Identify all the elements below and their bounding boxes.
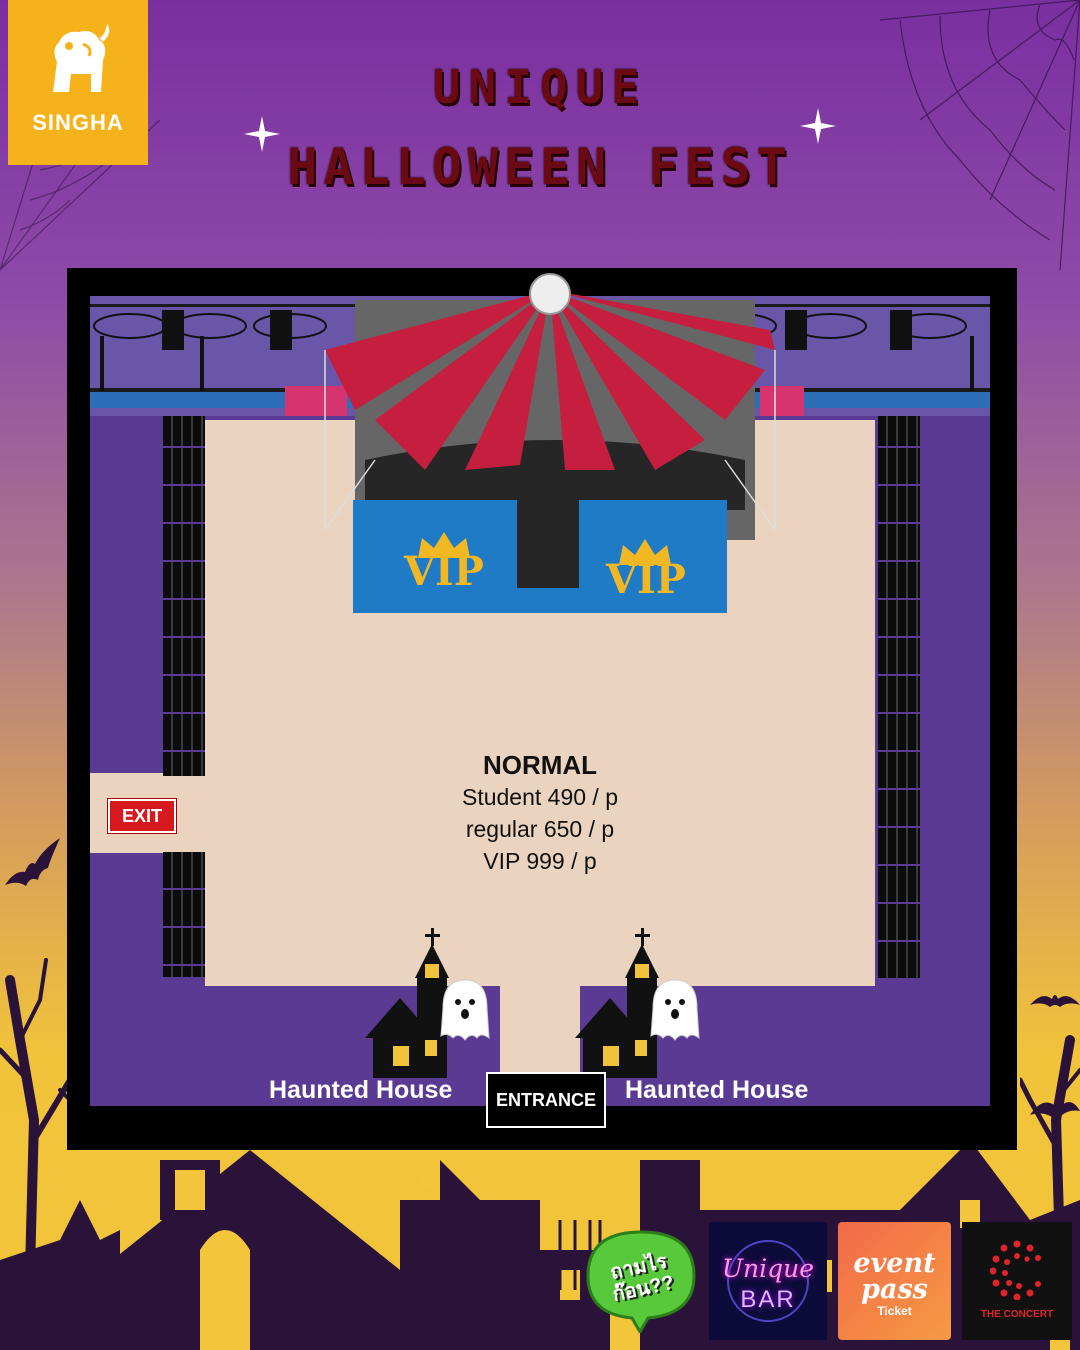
sponsor-eventpass-logo: event pass Ticket [838,1222,951,1340]
price-student: Student 490 / p [461,784,618,810]
ghost-icon [650,979,700,1041]
haunted-house-icon [575,928,700,1078]
sponsor-eventpass-sub: Ticket [877,1304,912,1318]
bat-icon [5,838,60,886]
price-vip: VIP 999 / p [483,848,597,874]
sponsor-eventpass-line2: pass [861,1274,928,1305]
speaker-truss-right [878,410,920,980]
speaker-truss-left [163,410,205,776]
vip-label-left: VIP [404,548,484,595]
haunted-house-label-right: Haunted House [625,1076,809,1104]
sponsor-the-concert-text: THE CONCERT [980,1309,1054,1320]
exit-sign: EXIT [107,798,177,834]
sponsor-kaolai-logo: ถามไร ก๊อน?? [582,1228,700,1333]
sponsor-the-concert-logo: THE CONCERT [962,1222,1072,1340]
sponsor-unique-bar-logo: Unique BAR [709,1222,827,1340]
event-title-line2: HALLOWEEN FEST [287,138,793,196]
haunted-house-label-left: Haunted House [269,1076,453,1104]
haunted-house-icon [365,928,490,1078]
concert-c-icon [990,1240,1041,1300]
sponsor-unique-text: Unique [721,1254,815,1283]
vip-label-right: VIP [606,556,686,603]
stage-runway [517,500,579,588]
entrance-sign: ENTRANCE [486,1072,606,1128]
speaker-truss-left-lower [163,852,205,977]
pricing-title: NORMAL [482,750,598,780]
price-regular: regular 650 / p [465,816,615,842]
ghost-icon [440,979,490,1041]
event-title-line1: UNIQUE [432,60,648,114]
sponsor-bar-text: BAR [740,1286,796,1313]
